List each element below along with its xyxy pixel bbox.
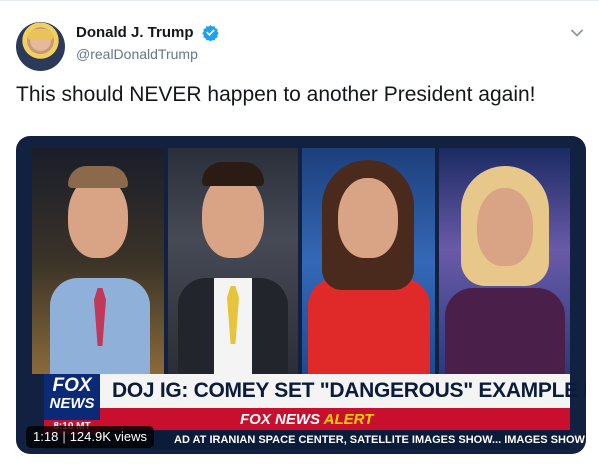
avatar[interactable] <box>16 22 65 71</box>
video-player[interactable]: FOX NEWS 8:10 MT DOJ IG: COMEY SET "DANG… <box>16 136 586 454</box>
news-ticker: AD AT IRANIAN SPACE CENTER, SATELLITE IM… <box>174 434 586 446</box>
video-panel-2 <box>168 148 298 374</box>
separator: | <box>62 429 66 444</box>
chevron-down-icon[interactable] <box>570 26 584 40</box>
handle[interactable]: @realDonaldTrump <box>76 46 219 62</box>
tweet-header: Donald J. Trump @realDonaldTrump <box>16 20 586 72</box>
display-name[interactable]: Donald J. Trump <box>76 24 194 41</box>
video-panel-1 <box>32 148 164 374</box>
headline-bar: DOJ IG: COMEY SET "DANGEROUS" EXAMPLE FO… <box>100 374 586 410</box>
news-alert: FOX NEWS ALERT <box>240 411 374 428</box>
broadcast-headline: DOJ IG: COMEY SET "DANGEROUS" EXAMPLE FO… <box>112 379 586 402</box>
alert-bar: FOX NEWS ALERT <box>100 410 570 430</box>
author-block[interactable]: Donald J. Trump @realDonaldTrump <box>76 24 219 62</box>
top-divider <box>0 0 599 1</box>
tweet-text: This should NEVER happen to another Pres… <box>16 83 536 106</box>
video-panel-3 <box>302 148 435 374</box>
video-stats: 1:18 | 124.9K views <box>26 426 155 448</box>
video-panel-4 <box>439 148 570 374</box>
view-count: 124.9K views <box>69 429 148 444</box>
verified-badge-icon <box>202 25 219 42</box>
fox-news-logo: FOX NEWS 8:10 MT <box>44 374 100 434</box>
video-duration: 1:18 <box>33 429 59 444</box>
